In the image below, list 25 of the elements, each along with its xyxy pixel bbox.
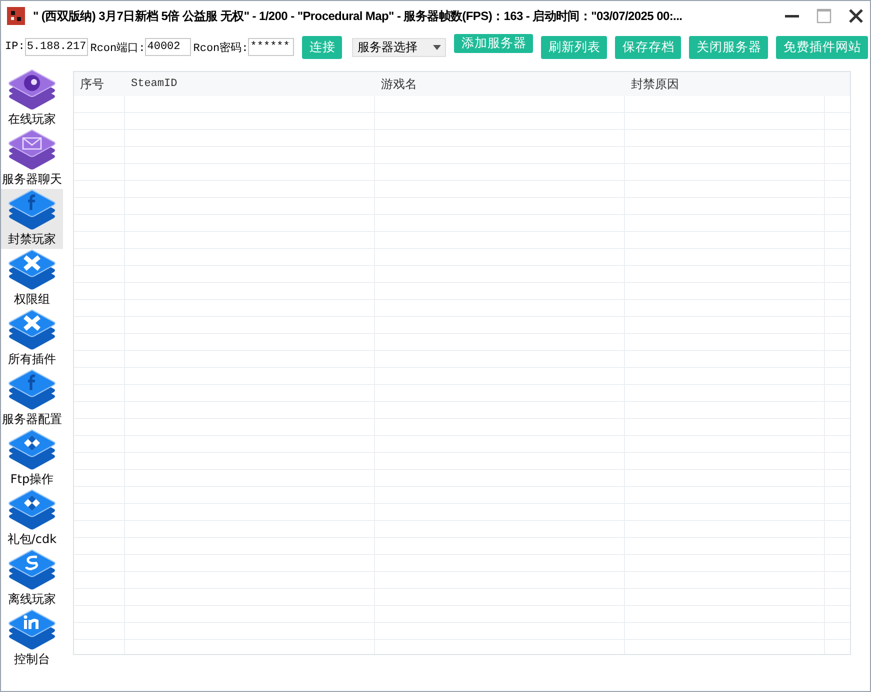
field-label: IP: xyxy=(5,41,25,53)
sidebar-item[interactable]: Ftp操作 xyxy=(1,429,63,489)
server-dropdown[interactable]: 服务器选择 xyxy=(352,38,446,56)
sidebar-item[interactable]: 在线玩家 xyxy=(1,69,63,129)
field-label: Rcon端口: xyxy=(90,41,146,54)
input-field[interactable]: ****** xyxy=(248,38,294,56)
window-title: " (西双版纳) 3月7日新档 5倍 公益服 无权" - 1/200 - "Procedural Map" - 服务器帧数(FPS)：163 - 启动时间："03/07/2025 00:... xyxy=(33,8,684,24)
column-header[interactable]: 游戏名 xyxy=(375,72,625,96)
sidebar-item[interactable]: 离线玩家 xyxy=(1,549,63,609)
sidebar-item[interactable]: 控制台 xyxy=(1,609,63,669)
sidebar-item[interactable]: 服务器配置 xyxy=(1,369,63,429)
input-field[interactable]: 5.188.217 xyxy=(24,38,88,56)
column-header[interactable]: 序号 xyxy=(74,72,125,96)
caret-icon xyxy=(433,44,442,50)
sidebar-item[interactable]: 封禁玩家 xyxy=(1,189,63,249)
column-header[interactable]: 封禁原因 xyxy=(625,72,825,96)
app-icon xyxy=(7,7,25,25)
close-icon[interactable] xyxy=(848,8,864,24)
sidebar-item[interactable]: 服务器聊天 xyxy=(1,129,63,189)
sidebar-item[interactable]: 礼包/cdk xyxy=(1,489,63,549)
column-header[interactable]: SteamID xyxy=(125,72,375,96)
field-label: Rcon密码: xyxy=(193,40,248,54)
sidebar-item[interactable]: 所有插件 xyxy=(1,309,63,369)
input-field[interactable]: 40002 xyxy=(145,38,192,56)
sidebar-item[interactable]: 权限组 xyxy=(1,249,63,309)
